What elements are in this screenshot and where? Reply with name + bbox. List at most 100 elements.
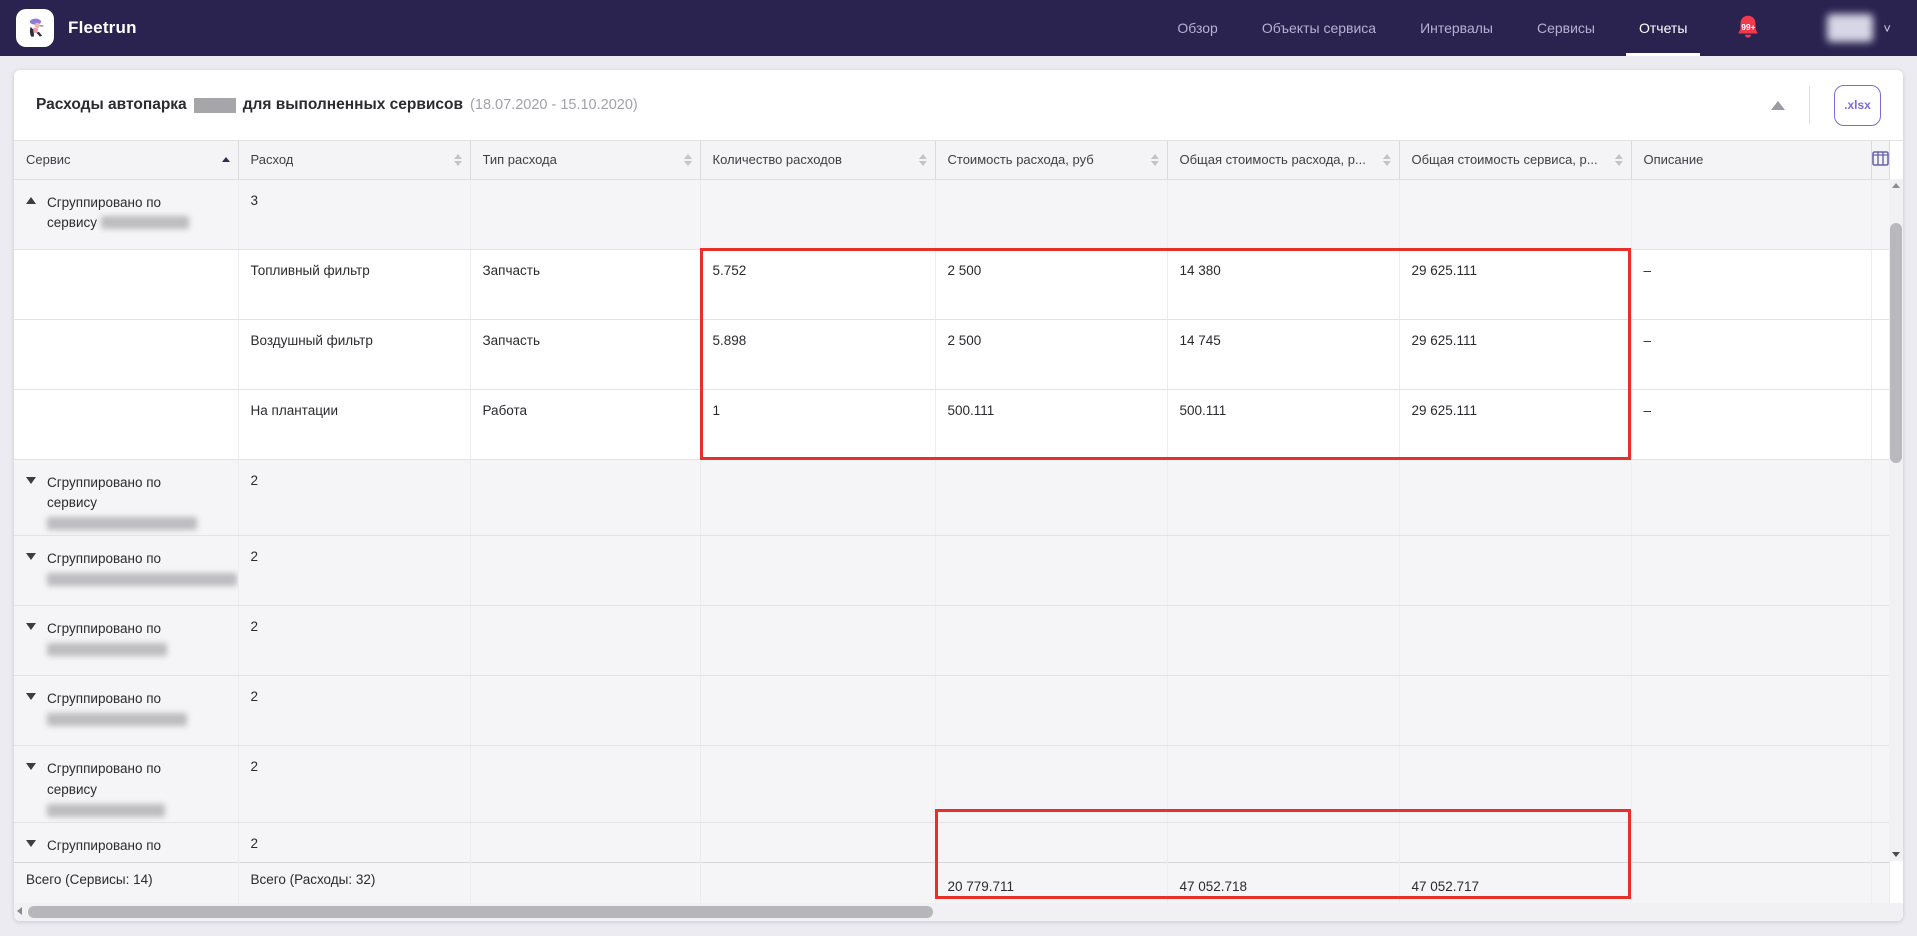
cell-empty	[1399, 746, 1631, 823]
expand-group-icon[interactable]	[26, 763, 36, 770]
expand-group-icon[interactable]	[26, 693, 36, 700]
horizontal-scrollbar[interactable]	[14, 903, 1903, 921]
cell-total-cost: 14 380	[1167, 249, 1399, 319]
column-header[interactable]: Стоимость расхода, руб	[935, 141, 1167, 179]
scroll-left-arrow-icon[interactable]	[17, 907, 22, 915]
cell-empty	[470, 179, 700, 249]
cell-empty	[1399, 179, 1631, 249]
nav-item-link[interactable]: Объекты сервиса	[1240, 0, 1398, 56]
expand-group-icon[interactable]	[26, 623, 36, 630]
cell-expenses-total-label: Всего (Расходы: 32)	[238, 863, 470, 903]
cell-unit-cost: 500.111	[935, 389, 1167, 459]
group-row: Сгруппировано по 2	[14, 606, 1889, 676]
group-label: Сгруппировано по	[47, 689, 187, 731]
group-label: Сгруппировано по	[47, 619, 167, 661]
group-row: Сгруппировано посервису 3	[14, 179, 1889, 249]
top-nav: Fleetrun ОбзорОбъекты сервисаИнтервалыСе…	[0, 0, 1917, 56]
cell-service	[14, 319, 238, 389]
cell-empty	[1871, 459, 1889, 536]
expand-group-icon[interactable]	[26, 553, 36, 560]
cell-expense: Воздушный фильтр	[238, 319, 470, 389]
cell-empty	[935, 606, 1167, 676]
cell-service-group: Сгруппировано по	[14, 676, 238, 746]
cell-expense-count: 2	[238, 606, 470, 676]
sort-icon[interactable]	[1383, 154, 1391, 166]
cell-service	[14, 249, 238, 319]
cell-empty	[1631, 606, 1871, 676]
nav-item-link[interactable]: Интервалы	[1398, 0, 1515, 56]
notifications-bell[interactable]: 99+	[1733, 13, 1763, 43]
user-menu[interactable]: ˅	[1827, 14, 1891, 42]
cell-expense-count: 2	[238, 746, 470, 823]
vertical-scrollbar[interactable]	[1889, 179, 1903, 861]
cell-empty	[1167, 536, 1399, 606]
cell-empty	[1167, 459, 1399, 536]
group-label: Сгруппировано посервису	[47, 759, 165, 822]
column-label: Количество расходов	[713, 152, 842, 167]
cell-empty	[1871, 606, 1889, 676]
cell-empty	[470, 536, 700, 606]
column-header[interactable]: Общая стоимость расхода, р...	[1167, 141, 1399, 179]
cell-expense-count: 2	[238, 676, 470, 746]
report-card: Расходы автопарка для выполненных сервис…	[14, 70, 1903, 921]
cell-description: –	[1631, 389, 1871, 459]
sort-icon[interactable]	[1615, 154, 1623, 166]
sort-icon[interactable]	[684, 154, 692, 166]
collapse-report-button[interactable]	[1771, 101, 1785, 110]
group-label: Сгруппировано посервису	[47, 473, 197, 536]
sort-icon[interactable]	[454, 154, 462, 166]
scroll-up-arrow-icon[interactable]	[1892, 183, 1900, 188]
fleetrun-logo[interactable]	[16, 9, 54, 47]
report-title-prefix: Расходы автопарка	[36, 96, 187, 114]
vertical-scrollbar-thumb[interactable]	[1890, 223, 1902, 463]
cell-empty	[700, 179, 935, 249]
table-columns-icon	[1872, 151, 1889, 166]
expenses-table: СервисРасходТип расхода Количество расход…	[14, 141, 1890, 903]
cell-service-group: Сгруппировано посервису	[14, 179, 238, 249]
group-label: Сгруппировано по	[47, 549, 237, 591]
nav-item-link[interactable]: Сервисы	[1515, 0, 1617, 56]
group-label: Сгруппировано посервису	[47, 193, 189, 235]
cell-empty	[470, 676, 700, 746]
report-title: Расходы автопарка для выполненных сервис…	[36, 96, 638, 114]
fleetrun-logo-character	[22, 15, 48, 41]
cell-expense-count: 2	[238, 459, 470, 536]
scroll-down-arrow-icon[interactable]	[1892, 852, 1900, 857]
column-header[interactable]: Расход	[238, 141, 470, 179]
cell-expense-count: 3	[238, 179, 470, 249]
column-header[interactable]: Описание	[1631, 141, 1871, 179]
export-xlsx-button[interactable]: .xlsx	[1834, 85, 1881, 126]
column-header[interactable]: Сервис	[14, 141, 238, 179]
cell-empty	[935, 459, 1167, 536]
horizontal-scrollbar-thumb[interactable]	[28, 906, 933, 918]
column-header[interactable]: Количество расходов	[700, 141, 935, 179]
expand-group-icon[interactable]	[26, 477, 36, 484]
redacted-text	[101, 216, 189, 229]
cell-empty	[935, 746, 1167, 823]
collapse-group-icon[interactable]	[26, 197, 36, 204]
column-header[interactable]: Общая стоимость сервиса, р...	[1399, 141, 1631, 179]
cell-expense-count: 2	[238, 536, 470, 606]
cell-expense-type: Запчасть	[470, 319, 700, 389]
cell-empty	[935, 676, 1167, 746]
sort-icon[interactable]	[1151, 154, 1159, 166]
nav-item-link[interactable]: Обзор	[1155, 0, 1239, 56]
cell-empty	[1399, 606, 1631, 676]
cell-service-total: 29 625.111	[1399, 389, 1631, 459]
column-header[interactable]: Тип расхода	[470, 141, 700, 179]
cell-empty	[470, 863, 700, 903]
cell-service-group: Сгруппировано посервису	[14, 459, 238, 536]
column-settings-button[interactable]	[1871, 141, 1889, 179]
sort-icon[interactable]	[919, 154, 927, 166]
bell-icon	[1733, 13, 1763, 43]
group-row: Сгруппировано по 2	[14, 676, 1889, 746]
cell-empty	[1167, 606, 1399, 676]
nav-item-active[interactable]: Отчеты	[1617, 0, 1709, 56]
report-title-suffix: для выполненных сервисов	[243, 96, 463, 114]
expand-group-icon[interactable]	[26, 840, 36, 847]
cell-expense-type: Работа	[470, 389, 700, 459]
sort-icon[interactable]	[222, 157, 230, 162]
report-period: (18.07.2020 - 15.10.2020)	[470, 97, 638, 113]
cell-quantity: 1	[700, 389, 935, 459]
redacted-text	[47, 573, 237, 586]
